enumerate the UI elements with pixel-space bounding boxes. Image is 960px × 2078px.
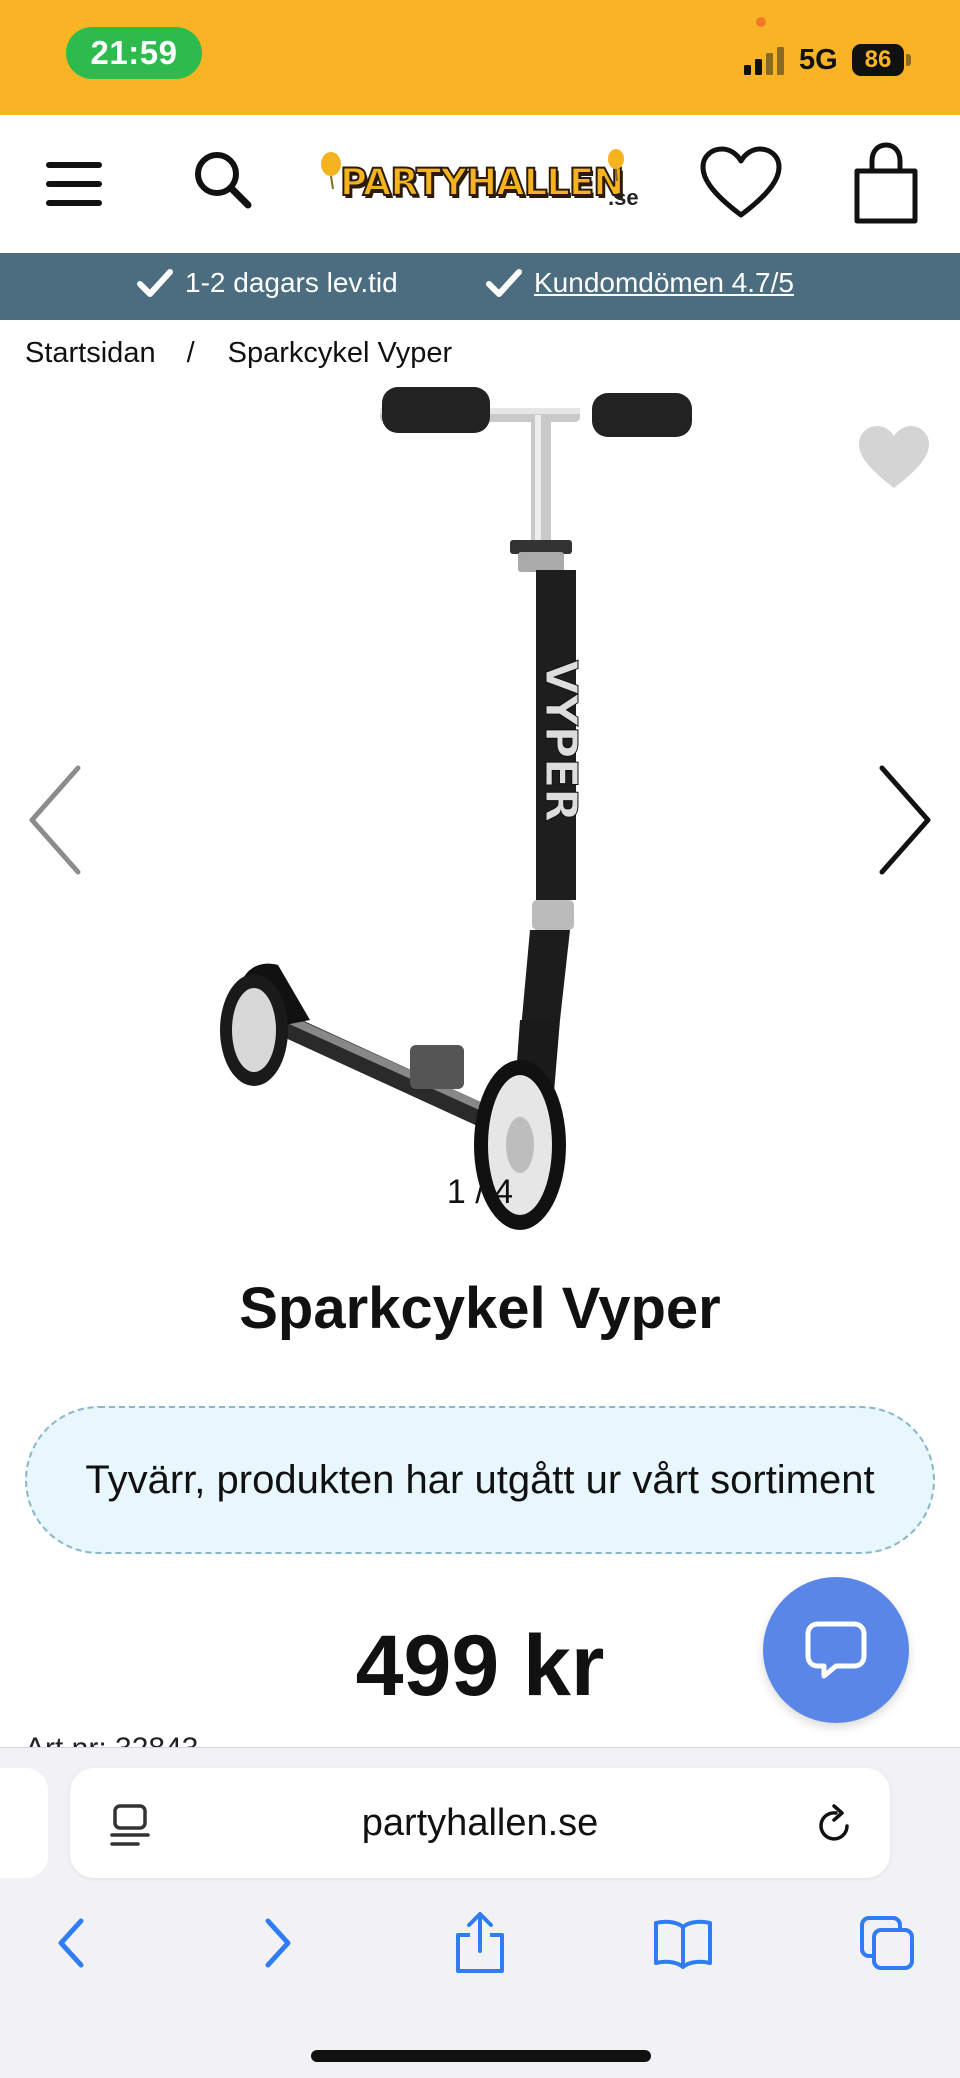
previous-tab-preview[interactable] xyxy=(0,1768,48,1878)
checkmark-icon xyxy=(137,269,173,297)
heart-filled-icon xyxy=(859,426,929,488)
breadcrumb: Startsidan / Sparkcykel Vyper xyxy=(25,337,452,370)
back-button[interactable] xyxy=(36,1908,106,1978)
balloon-icon xyxy=(608,149,624,182)
add-to-wishlist-button[interactable] xyxy=(857,424,931,492)
address-bar[interactable]: partyhallen.se xyxy=(70,1768,890,1878)
status-bar: 21:59 5G 86 xyxy=(0,0,960,115)
breadcrumb-home-link[interactable]: Startsidan xyxy=(25,337,156,370)
usp-delivery: 1-2 dagars lev.tid xyxy=(137,267,398,299)
breadcrumb-current: Sparkcykel Vyper xyxy=(227,337,453,369)
logo-suffix: .se xyxy=(608,185,639,210)
article-number: Art.nr: 32843 xyxy=(25,1727,198,1747)
signal-strength-icon xyxy=(744,47,784,75)
gallery-prev-button[interactable] xyxy=(22,760,92,880)
product-title: Sparkcykel Vyper xyxy=(239,1276,721,1341)
network-type: 5G xyxy=(799,44,838,76)
usp-reviews[interactable]: Kundomdömen 4.7/5 xyxy=(486,267,794,299)
forward-button[interactable] xyxy=(243,1908,313,1978)
menu-icon[interactable] xyxy=(40,153,108,215)
bookmarks-button[interactable] xyxy=(648,1908,718,1978)
url-text: partyhallen.se xyxy=(361,1802,599,1844)
browser-bottom-bar: partyhallen.se xyxy=(0,1747,960,2078)
gallery-counter: 1 / 4 xyxy=(446,1173,514,1211)
shopping-bag-icon[interactable] xyxy=(850,137,922,229)
chevron-right-icon xyxy=(879,765,931,875)
svg-text:VYPER: VYPER xyxy=(535,660,586,822)
discontinued-notice: Tyvärr, produkten har utgått ur vårt sor… xyxy=(25,1406,935,1554)
discontinued-notice-text: Tyvärr, produkten har utgått ur vårt sor… xyxy=(85,1457,875,1502)
checkmark-icon xyxy=(486,269,522,297)
heart-icon[interactable] xyxy=(698,143,784,223)
home-indicator xyxy=(311,2050,651,2062)
search-icon[interactable] xyxy=(188,145,258,215)
share-icon xyxy=(456,1912,504,1973)
site-logo[interactable]: PARTYHALLEN .se xyxy=(318,147,648,227)
battery-level: 86 xyxy=(864,46,892,73)
breadcrumb-separator: / xyxy=(186,337,195,369)
share-button[interactable] xyxy=(445,1908,515,1978)
status-time: 21:59 xyxy=(66,27,202,79)
battery-tip xyxy=(906,54,911,66)
forward-icon xyxy=(265,1918,291,1968)
product-image[interactable]: VYPER xyxy=(220,380,740,1240)
battery-icon: 86 xyxy=(852,44,904,76)
usp-delivery-text: 1-2 dagars lev.tid xyxy=(185,267,398,298)
chat-bubble-icon xyxy=(805,1621,867,1679)
back-icon xyxy=(58,1918,84,1968)
tabs-icon xyxy=(860,1916,914,1970)
chevron-left-icon xyxy=(29,765,81,875)
chat-button[interactable] xyxy=(763,1577,909,1723)
gallery-next-button[interactable] xyxy=(868,760,938,880)
usp-bar: 1-2 dagars lev.tid Kundomdömen 4.7/5 xyxy=(0,253,960,320)
reload-icon[interactable] xyxy=(814,1804,854,1844)
camera-indicator-dot xyxy=(756,17,766,27)
product-gallery: VYPER 1 / 4 xyxy=(0,380,960,1230)
vyper-text: VYPER xyxy=(535,660,587,823)
logo-text: PARTYHALLEN xyxy=(339,160,625,205)
bookmarks-icon xyxy=(654,1919,712,1969)
tabs-button[interactable] xyxy=(852,1908,922,1978)
site-header: PARTYHALLEN .se xyxy=(0,115,960,253)
reviews-link[interactable]: Kundomdömen 4.7/5 xyxy=(534,267,794,299)
